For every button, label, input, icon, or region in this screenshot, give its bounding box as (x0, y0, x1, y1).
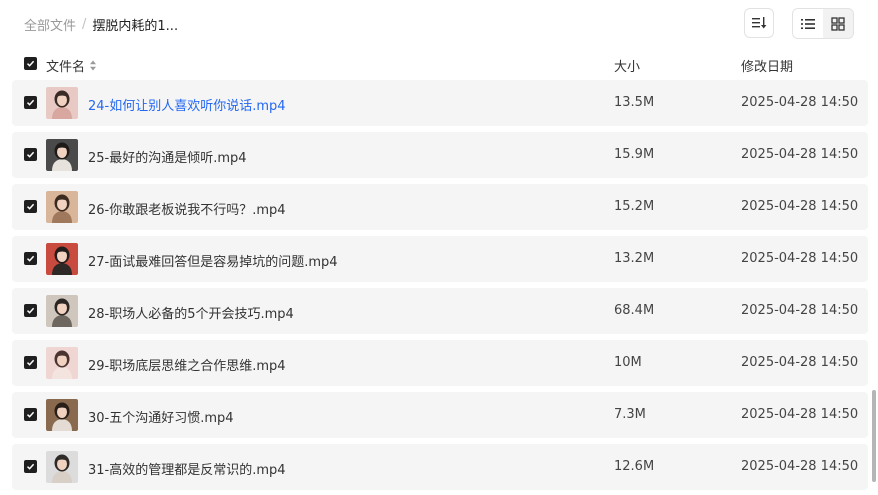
file-date: 2025-04-28 14:50 (741, 355, 859, 370)
file-name[interactable]: 24-如何让别人喜欢听你说话.mp4 (88, 95, 286, 114)
file-row[interactable]: 29-职场底层思维之合作思维.mp4 10M 2025-04-28 14:50 (12, 340, 868, 386)
check-icon (26, 411, 35, 418)
file-row[interactable]: 30-五个沟通好习惯.mp4 7.3M 2025-04-28 14:50 (12, 392, 868, 438)
breadcrumb: 全部文件 / 摆脱内耗的1... (24, 14, 178, 34)
sort-arrows-icon (89, 60, 97, 71)
file-size: 13.2M (614, 251, 655, 266)
file-list: 24-如何让别人喜欢听你说话.mp4 13.5M 2025-04-28 14:50 2… (12, 80, 868, 495)
scrollbar-thumb[interactable] (872, 390, 876, 482)
file-size: 12.6M (614, 459, 655, 474)
video-thumbnail (46, 243, 78, 275)
file-name[interactable]: 31-高效的管理都是反常识的.mp4 (88, 459, 286, 478)
file-date: 2025-04-28 14:50 (741, 303, 859, 318)
video-thumbnail (46, 295, 78, 327)
list-view-button[interactable] (793, 9, 823, 38)
file-size: 13.5M (614, 95, 655, 110)
row-checkbox[interactable] (24, 96, 37, 109)
check-icon (26, 151, 35, 158)
file-row[interactable]: 27-面试最难回答但是容易掉坑的问题.mp4 13.2M 2025-04-28 14… (12, 236, 868, 282)
row-checkbox[interactable] (24, 200, 37, 213)
check-icon (26, 463, 35, 470)
file-date: 2025-04-28 14:50 (741, 251, 859, 266)
grid-view-button[interactable] (823, 9, 853, 38)
file-size: 7.3M (614, 407, 646, 422)
video-thumbnail (46, 399, 78, 431)
row-checkbox[interactable] (24, 356, 37, 369)
file-size: 15.2M (614, 199, 655, 214)
file-row[interactable]: 25-最好的沟通是倾听.mp4 15.9M 2025-04-28 14:50 (12, 132, 868, 178)
column-header-size[interactable]: 大小 (614, 56, 640, 75)
file-name[interactable]: 25-最好的沟通是倾听.mp4 (88, 147, 247, 166)
column-header-date[interactable]: 修改日期 (741, 56, 793, 75)
check-icon (26, 255, 35, 262)
sort-button[interactable] (744, 8, 774, 38)
row-checkbox[interactable] (24, 148, 37, 161)
file-name[interactable]: 28-职场人必备的5个开会技巧.mp4 (88, 303, 294, 322)
file-size: 15.9M (614, 147, 655, 162)
video-thumbnail (46, 191, 78, 223)
file-date: 2025-04-28 14:50 (741, 199, 859, 214)
file-row[interactable]: 24-如何让别人喜欢听你说话.mp4 13.5M 2025-04-28 14:50 (12, 80, 868, 126)
row-checkbox[interactable] (24, 408, 37, 421)
breadcrumb-current: 摆脱内耗的1... (92, 18, 179, 34)
select-all-checkbox[interactable] (24, 57, 37, 70)
file-name[interactable]: 26-你敢跟老板说我不行吗？.mp4 (88, 199, 286, 218)
video-thumbnail (46, 87, 78, 119)
check-icon (26, 307, 35, 314)
file-name[interactable]: 27-面试最难回答但是容易掉坑的问题.mp4 (88, 251, 338, 270)
row-checkbox[interactable] (24, 252, 37, 265)
file-date: 2025-04-28 14:50 (741, 95, 859, 110)
video-thumbnail (46, 347, 78, 379)
list-view-icon (801, 18, 815, 29)
file-row[interactable]: 28-职场人必备的5个开会技巧.mp4 68.4M 2025-04-28 14:50 (12, 288, 868, 334)
column-header-name-label: 文件名 (46, 60, 86, 75)
grid-view-icon (831, 16, 845, 31)
check-icon (26, 99, 35, 106)
row-checkbox[interactable] (24, 304, 37, 317)
file-size: 10M (614, 355, 642, 370)
view-toggle (792, 8, 854, 39)
column-header-name[interactable]: 文件名 (46, 56, 97, 75)
file-row[interactable]: 26-你敢跟老板说我不行吗？.mp4 15.2M 2025-04-28 14:50 (12, 184, 868, 230)
check-icon (26, 60, 35, 67)
row-checkbox[interactable] (24, 460, 37, 473)
video-thumbnail (46, 451, 78, 483)
check-icon (26, 359, 35, 366)
check-icon (26, 203, 35, 210)
breadcrumb-root-link[interactable]: 全部文件 (24, 15, 76, 34)
file-row[interactable]: 31-高效的管理都是反常识的.mp4 12.6M 2025-04-28 14:50 (12, 444, 868, 490)
file-name[interactable]: 30-五个沟通好习惯.mp4 (88, 407, 234, 426)
file-date: 2025-04-28 14:50 (741, 459, 859, 474)
file-browser: 全部文件 / 摆脱内耗的1... 文件名 大小 修改日期 24-如何让别人喜欢听… (0, 0, 878, 495)
sort-lines-icon (752, 17, 767, 29)
file-name[interactable]: 29-职场底层思维之合作思维.mp4 (88, 355, 286, 374)
file-size: 68.4M (614, 303, 655, 318)
file-date: 2025-04-28 14:50 (741, 407, 859, 422)
file-date: 2025-04-28 14:50 (741, 147, 859, 162)
file-list-header: 文件名 大小 修改日期 (12, 52, 868, 76)
breadcrumb-separator: / (82, 16, 87, 32)
video-thumbnail (46, 139, 78, 171)
